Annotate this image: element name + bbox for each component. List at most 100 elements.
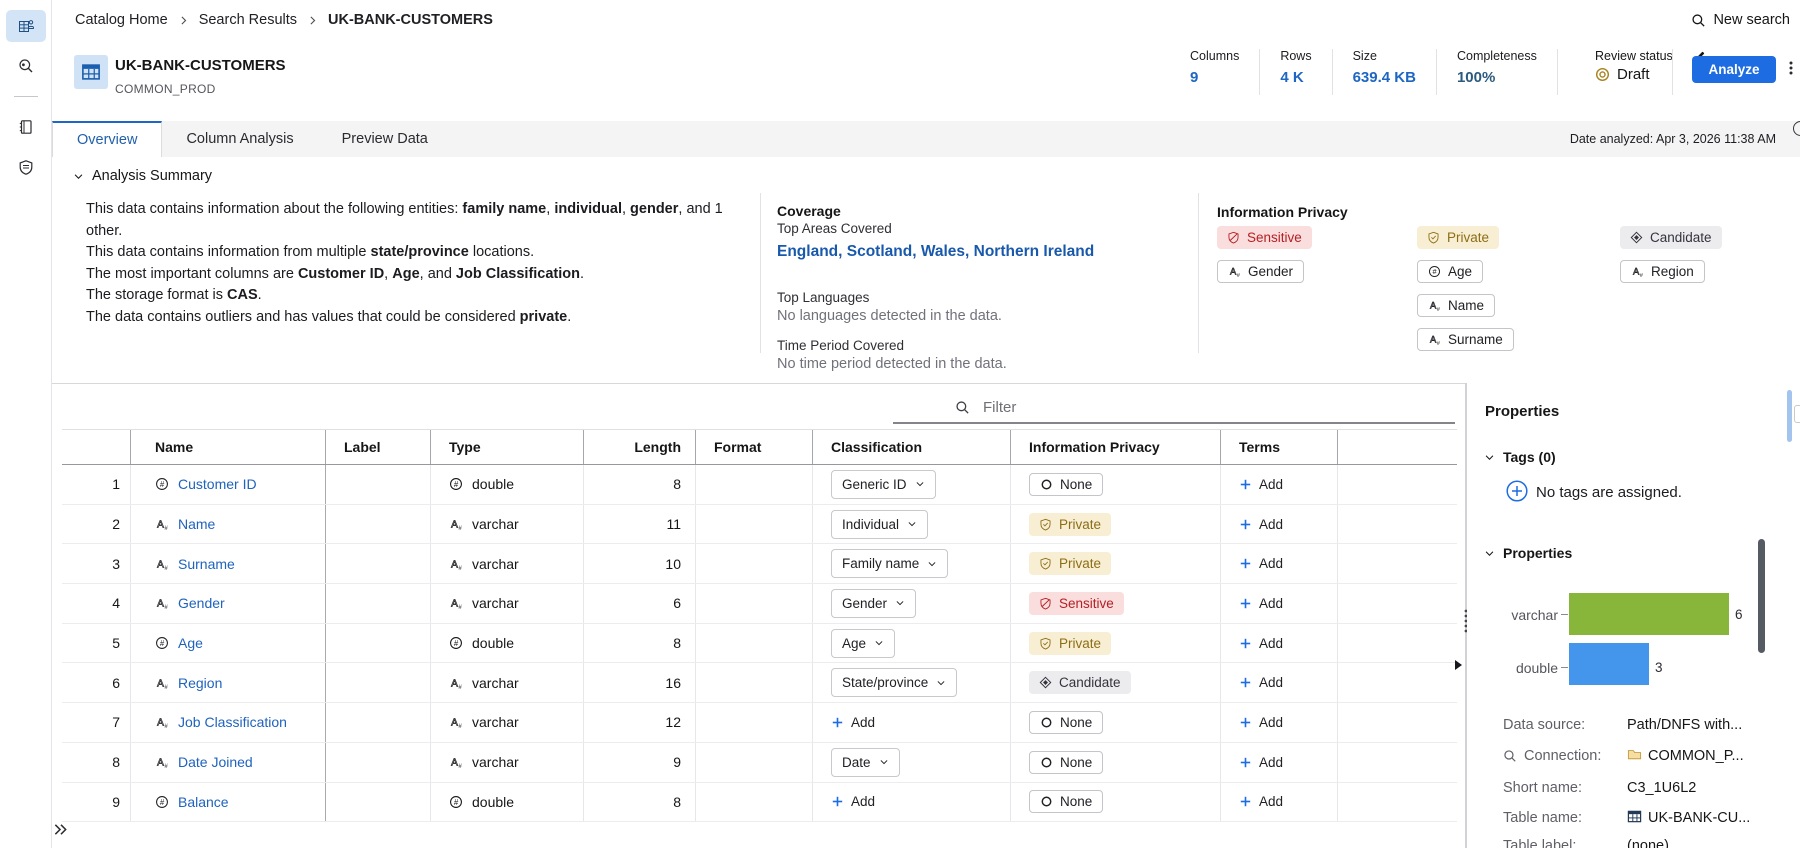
column-name-link[interactable]: Date Joined [178,754,253,770]
privacy-tag-none[interactable]: None [1029,710,1104,734]
field-value-text: (none) [1627,838,1669,848]
column-name-link[interactable]: Age [178,635,203,651]
classification-chip[interactable]: Age [831,628,896,658]
type-value: varchar [472,595,519,612]
privacy-tag-candidate[interactable]: Candidate [1029,671,1131,695]
stat-value: 9 [1190,69,1199,86]
table-grid-icon [1627,809,1642,824]
filler-cell [1337,465,1457,504]
column-name-link[interactable]: Gender [178,595,225,611]
row-number: 1 [112,476,120,493]
panel-expand-arrow[interactable] [1455,660,1462,670]
analysis-summary-section: Analysis Summary This data contains info… [52,157,1800,384]
format-cell [695,584,812,623]
circled-plus-icon [1506,480,1528,502]
classification-chip[interactable]: Gender [831,588,917,618]
analysis-summary-toggle[interactable]: Analysis Summary [73,168,212,184]
privacy-tag-none[interactable]: None [1029,750,1104,774]
privacy-tag-private[interactable]: Private [1029,631,1112,655]
svg-text:A: A [451,599,458,610]
classification-chip[interactable]: Family name [831,549,949,579]
column-name-link[interactable]: Balance [178,794,229,810]
column-name-link[interactable]: Job Classification [178,714,287,730]
filter-bar [893,393,1455,424]
terms-add-button[interactable]: Add [1239,596,1283,611]
classification-value: Family name [842,556,920,572]
privacy-tag-private[interactable]: Private [1417,226,1500,249]
svg-text:#: # [1640,273,1644,278]
privacy-tag-none[interactable]: None [1029,790,1104,814]
analyze-button[interactable]: Analyze [1692,56,1776,83]
privacy-tag-sensitive[interactable]: Sensitive [1029,591,1124,615]
column-name-link[interactable]: Customer ID [178,476,257,492]
privacy-tag-private[interactable]: Private [1029,552,1112,576]
column-name-link[interactable]: Region [178,675,222,691]
panel-scrollbar[interactable] [1758,539,1765,653]
properties-section-toggle[interactable]: Properties [1484,545,1572,561]
table-row-region: 6 A # Region A # varchar 16 State/province C… [62,663,1457,704]
page-scrollbar[interactable] [1787,390,1792,442]
breadcrumb-item-search-results[interactable]: Search Results [199,12,297,28]
column-header-information-privacy: Information Privacy [1010,430,1220,464]
classification-chip[interactable]: State/province [831,668,958,698]
column-name-link[interactable]: Name [178,516,215,532]
privacy-tag-candidate[interactable]: Candidate [1620,226,1722,249]
filler-cell [1337,544,1457,584]
terms-add-button[interactable]: Add [1239,794,1283,809]
length-cell: 8 [583,465,695,504]
privacy-tag-private[interactable]: Private [1029,512,1112,536]
privacy-tag-name[interactable]: A # Name [1417,294,1496,317]
terms-add-button[interactable]: Add [1239,477,1283,492]
sidebar-item-notebook-icon[interactable] [6,111,46,143]
terms-add-button[interactable]: Add [1239,517,1283,532]
classification-chip[interactable]: Date [831,747,900,777]
privacy-tag-region[interactable]: A # Region [1620,260,1705,283]
privacy-tag-surname[interactable]: A # Surname [1417,328,1514,351]
tab-preview-data[interactable]: Preview Data [318,121,452,157]
terms-add-button[interactable]: Add [1239,636,1283,651]
stat-columns: Columns 9 [1190,49,1261,95]
terms-add-button[interactable]: Add [1239,675,1283,690]
row-number: 6 [112,674,120,691]
time-period-value: No time period detected in the data. [777,356,1007,372]
svg-text:#: # [164,684,168,690]
sidebar-item-shield-icon[interactable] [6,151,46,183]
terms-add-button[interactable]: Add [1239,755,1283,770]
top-bar: Catalog Home Search Results UK-BANK-CUSTOM… [52,0,1800,40]
row-number: 9 [112,793,120,810]
breadcrumb-item-catalog-home[interactable]: Catalog Home [75,12,168,28]
tags-section-toggle[interactable]: Tags (0) [1484,449,1556,465]
classification-add-button[interactable]: Add [831,715,875,730]
tab-overview[interactable]: Overview [52,121,163,157]
column-name-link[interactable]: Surname [178,556,235,572]
type-cell: # double [430,465,583,504]
tab-column-analysis[interactable]: Column Analysis [162,121,317,157]
privacy-tag-none[interactable]: None [1029,472,1104,496]
classification-add-button[interactable]: Add [831,794,875,809]
field-row-connection: Connection: COMMON_P... [1503,746,1780,766]
sidebar-item-catalog-icon[interactable] [5,10,46,42]
top-areas-value[interactable]: England, Scotland, Wales, Northern Irela… [777,243,1094,261]
sidebar-expand-button[interactable] [53,822,68,840]
row-number: 3 [112,555,120,572]
format-cell [695,663,812,703]
privacy-tag-label: Sensitive [1247,230,1302,245]
terms-add-button[interactable]: Add [1239,715,1283,730]
panel-toggle-icon[interactable] [1794,405,1800,423]
add-label: Add [1259,794,1284,810]
classification-chip[interactable]: Individual [831,509,929,539]
row-number: 5 [112,635,120,652]
svg-text:A: A [451,519,458,530]
add-label: Add [1259,516,1284,532]
terms-add-button[interactable]: Add [1239,556,1283,571]
classification-chip[interactable]: Generic ID [831,469,936,499]
privacy-tag-age[interactable]: # Age [1417,260,1484,283]
filter-input[interactable] [981,398,1365,417]
sidebar-item-discover-icon[interactable] [6,50,46,82]
new-search-button[interactable]: New search [1685,11,1796,29]
classification-value: State/province [842,675,929,691]
overflow-menu-button[interactable] [1780,56,1800,82]
add-tag-button[interactable] [1506,480,1528,502]
privacy-tag-sensitive[interactable]: Sensitive [1217,226,1312,249]
privacy-tag-gender[interactable]: A # Gender [1217,260,1305,283]
